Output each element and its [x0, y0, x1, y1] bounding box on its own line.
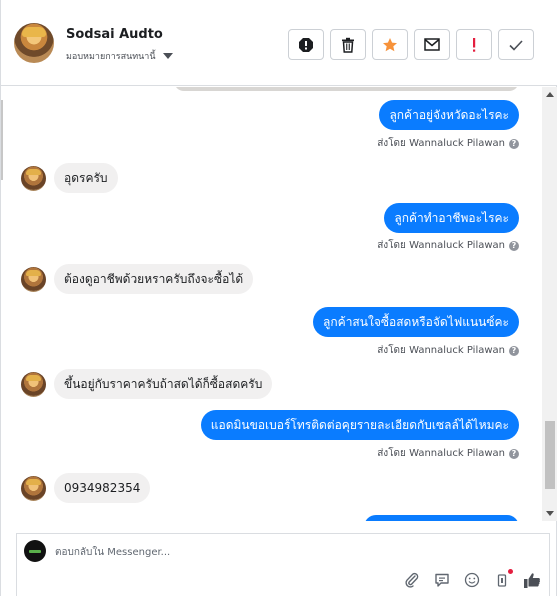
alert-octagon-icon [299, 37, 313, 52]
sent-by-label: ส่งโดย Wannaluck Pilawan ? [377, 238, 519, 253]
messenger-panel: Sodsai Audto มอบหมายการสนทนานี้ ลูกค้าอย… [0, 0, 557, 596]
incoming-message[interactable]: ต้องดูอาชีพด้วยหราครับถึงจะซื้อได้ [54, 264, 254, 294]
delete-button[interactable] [330, 29, 366, 60]
image-attachment[interactable] [174, 87, 519, 91]
conversation-toolbar [288, 29, 534, 60]
help-icon[interactable]: ? [509, 240, 519, 251]
outgoing-message-partial[interactable] [364, 515, 519, 521]
contact-avatar-small [21, 475, 46, 501]
page-avatar [24, 540, 46, 562]
outgoing-message[interactable]: ลูกค้าทำอาชีพอะไรคะ [384, 203, 519, 233]
mark-done-button[interactable] [498, 29, 534, 60]
sent-by-label: ส่งโดย Wannaluck Pilawan ? [377, 136, 519, 151]
sent-by-text: ส่งโดย Wannaluck Pilawan [377, 448, 505, 459]
scroll-up-arrow-icon[interactable] [546, 92, 554, 97]
outgoing-message[interactable]: แอดมินขอเบอร์โทรติดต่อคุยรายละเอียดกับเซ… [200, 410, 519, 440]
scroll-down-arrow-icon[interactable] [546, 511, 554, 516]
star-button[interactable] [372, 29, 408, 60]
trash-icon [342, 37, 354, 53]
reply-input[interactable]: ตอบกลับใน Messenger... [55, 545, 170, 560]
contact-avatar[interactable] [14, 23, 54, 63]
outgoing-message[interactable]: ลูกค้าอยู่จังหวัดอะไรคะ [379, 100, 519, 130]
sent-by-text: ส่งโดย Wannaluck Pilawan [377, 138, 505, 149]
reply-composer[interactable]: ตอบกลับใน Messenger... [16, 533, 550, 596]
saved-replies-button[interactable] [433, 571, 451, 589]
help-icon[interactable]: ? [509, 138, 519, 149]
incoming-message[interactable]: อุดรครับ [54, 163, 118, 193]
attach-file-button[interactable] [403, 571, 421, 589]
incoming-message-row: ขึ้นอยู่กับราคาครับถ้าสดได้ก็ซื้อสดครับ [21, 369, 273, 399]
envelope-icon [424, 38, 440, 51]
paperclip-icon [405, 572, 419, 588]
contact-avatar-small [21, 371, 46, 397]
assign-label: มอบหมายการสนทนานี้ [66, 52, 156, 62]
label-button[interactable] [493, 569, 513, 589]
caret-down-icon [162, 53, 173, 59]
outgoing-message[interactable]: ลูกค้าสนใจซื้อสดหรือจัดไฟแนนซ์คะ [313, 307, 519, 337]
contact-name[interactable]: Sodsai Audto [66, 27, 163, 42]
incoming-message[interactable]: 0934982354 [54, 473, 151, 503]
conversation-header: Sodsai Audto มอบหมายการสนทนานี้ [1, 0, 557, 86]
thumbs-up-icon [524, 573, 540, 588]
notification-dot [508, 569, 513, 574]
chat-bubble-icon [435, 573, 449, 587]
sent-by-text: ส่งโดย Wannaluck Pilawan [377, 240, 505, 251]
help-icon[interactable]: ? [509, 448, 519, 459]
checkmark-icon [509, 39, 523, 51]
conversation-thread[interactable]: ลูกค้าอยู่จังหวัดอะไรคะ ส่งโดย Wannaluck… [1, 87, 542, 521]
sent-by-label: ส่งโดย Wannaluck Pilawan ? [377, 446, 519, 461]
assign-conversation-dropdown[interactable]: มอบหมายการสนทนานี้ [66, 49, 173, 63]
incoming-message[interactable]: ขึ้นอยู่กับราคาครับถ้าสดได้ก็ซื้อสดครับ [54, 369, 273, 399]
mark-spam-button[interactable] [288, 29, 324, 60]
follow-up-button[interactable] [456, 29, 492, 60]
sent-by-text: ส่งโดย Wannaluck Pilawan [377, 345, 505, 356]
emoji-button[interactable] [463, 571, 481, 589]
mark-unread-button[interactable] [414, 29, 450, 60]
tag-icon [497, 574, 507, 587]
sent-by-label: ส่งโดย Wannaluck Pilawan ? [377, 343, 519, 358]
contact-avatar-small [21, 266, 46, 292]
scrollbar-thumb[interactable] [545, 421, 555, 489]
smiley-icon [464, 572, 480, 588]
panel-edge-scroll [1, 100, 3, 180]
incoming-message-row: 0934982354 [21, 473, 151, 503]
contact-avatar-small [21, 165, 46, 191]
star-icon [383, 37, 397, 51]
incoming-message-row: ต้องดูอาชีพด้วยหราครับถึงจะซื้อได้ [21, 264, 254, 294]
incoming-message-row: อุดรครับ [21, 163, 118, 193]
exclamation-icon [473, 37, 476, 52]
send-like-button[interactable] [523, 571, 541, 589]
composer-actions [403, 569, 541, 589]
help-icon[interactable]: ? [509, 345, 519, 356]
conversation-scrollbar[interactable] [542, 87, 557, 521]
